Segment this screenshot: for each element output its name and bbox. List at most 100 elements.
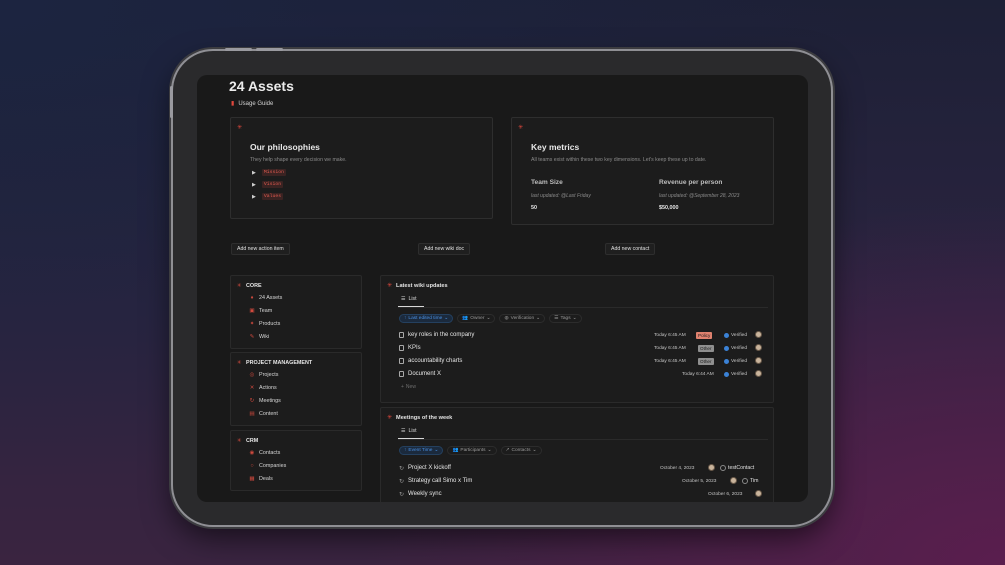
verified-icon xyxy=(724,345,729,351)
filter-label: Verification xyxy=(510,316,535,321)
team-icon: ▣ xyxy=(249,307,255,314)
sidebar-item-content[interactable]: ▤ Content xyxy=(249,407,281,420)
sidebar-item-label: Deals xyxy=(259,475,273,482)
sidebar-item-wiki[interactable]: ✎ Wiki xyxy=(249,330,282,343)
nav-pm-list: ◎ Projects ✕ Actions ↻ Meetings ▤ Content xyxy=(249,368,281,420)
nav-crm-list: ◉ Contacts ○ Companies ▦ Deals xyxy=(249,446,286,485)
nav-section-core: ✳ CORE xyxy=(236,283,262,289)
meetings-title: ✳ Meetings of the week xyxy=(387,415,452,421)
table-row[interactable]: key roles in the company Today 6:45 AM P… xyxy=(399,329,765,341)
filter-owner[interactable]: 👥 Owner ⌄ xyxy=(457,314,496,323)
people-icon: 👥 xyxy=(452,448,459,453)
sidebar-item-label: Projects xyxy=(259,371,279,378)
check-circle-icon: ◍ xyxy=(504,316,509,321)
projects-icon: ◎ xyxy=(249,371,255,378)
revenue-updated: last updated: @September 28, 2023 xyxy=(659,193,740,199)
meetings-icon: ↻ xyxy=(249,397,255,404)
sidebar-item-label: Contacts xyxy=(259,449,281,456)
row-title-label: Project X kickoff xyxy=(408,465,451,471)
filter-label: Owner xyxy=(470,316,485,321)
table-row[interactable]: ↻ Project X kickoff October 4, 2023 testC… xyxy=(399,462,765,474)
document-icon xyxy=(399,371,404,377)
table-row[interactable]: ↻ Weekly sync October 6, 2023 xyxy=(399,488,765,500)
contact-chip[interactable]: Tim xyxy=(742,478,758,484)
filter-bar: ↑ Event Time ⌄ 👥 Participants ⌄ ↗ Contacts ⌄ xyxy=(399,446,542,455)
toggle-label: Mission xyxy=(261,169,287,176)
sidebar-item-companies[interactable]: ○ Companies xyxy=(249,459,286,472)
row-title-label: Weekly sync xyxy=(408,491,442,497)
relation-arrow-icon: ↗ xyxy=(505,448,510,453)
toggle-label: Values xyxy=(261,193,284,200)
add-contact-button[interactable]: Add new contact xyxy=(605,243,656,255)
verified-icon xyxy=(724,371,729,377)
table-row[interactable]: KPIs Today 6:45 AM Other Verified xyxy=(399,342,765,354)
contact-label: testContact xyxy=(728,465,755,471)
row-title: ↻ Project X kickoff xyxy=(399,465,451,472)
row-time: Today 6:44 AM xyxy=(682,371,714,377)
table-row[interactable]: accountability charts Today 6:45 AM Othe… xyxy=(399,355,765,367)
sparkle-icon: ✳ xyxy=(518,125,524,131)
filter-label: Tags xyxy=(560,316,571,321)
nav-section-project-management: ✳ PROJECT MANAGEMENT xyxy=(236,360,313,366)
table-row[interactable]: ↻ Strategy call Simo x Tim October 5, 202… xyxy=(399,475,765,487)
sidebar-item-contacts[interactable]: ◉ Contacts xyxy=(249,446,286,459)
chevron-down-icon: ⌄ xyxy=(536,316,541,321)
row-date: October 4, 2023 xyxy=(660,465,695,471)
new-row-button[interactable]: + New xyxy=(401,384,416,390)
list-icon: ☰ xyxy=(401,428,406,434)
table-row[interactable]: Document X Today 6:44 AM Verified xyxy=(399,368,765,380)
sidebar-item-label: Team xyxy=(259,307,273,314)
chevron-down-icon: ⌄ xyxy=(434,448,439,453)
chevron-down-icon: ⌄ xyxy=(486,316,491,321)
filter-event-time[interactable]: ↑ Event Time ⌄ xyxy=(399,446,444,455)
sidebar-item-projects[interactable]: ◎ Projects xyxy=(249,368,281,381)
list-icon: ☰ xyxy=(401,296,406,302)
filter-participants[interactable]: 👥 Participants ⌄ xyxy=(447,446,497,455)
triangle-right-icon: ▶ xyxy=(252,193,256,200)
tab-divider xyxy=(398,439,768,440)
filter-label: Contacts xyxy=(511,448,531,453)
new-row-label: New xyxy=(405,384,416,390)
sparkle-icon: ✳ xyxy=(236,360,242,366)
sidebar-item-team[interactable]: ▣ Team xyxy=(249,304,282,317)
filter-verification[interactable]: ◍ Verification ⌄ xyxy=(499,314,546,323)
nav-pm-panel: ✳ PROJECT MANAGEMENT ◎ Projects ✕ Actions … xyxy=(230,352,362,426)
sidebar-item-actions[interactable]: ✕ Actions xyxy=(249,381,281,394)
tab-divider xyxy=(398,307,768,308)
arrow-up-icon: ↑ xyxy=(404,448,407,453)
avatar xyxy=(708,464,715,471)
toggle-values[interactable]: ▶ Values xyxy=(252,193,284,200)
toggle-mission[interactable]: ▶ Mission xyxy=(252,169,287,176)
actions-icon: ✕ xyxy=(249,384,255,391)
key-metrics-card: ✳ Key metrics All teams exist within the… xyxy=(511,117,774,225)
meeting-rows: ↻ Project X kickoff October 4, 2023 testC… xyxy=(399,462,765,502)
nav-crm-panel: ✳ CRM ◉ Contacts ○ Companies ▦ Deals xyxy=(230,430,362,491)
filter-tags[interactable]: ☰ Tags ⌄ xyxy=(549,314,582,323)
row-title-label: Strategy call Simo x Tim xyxy=(408,478,473,484)
tab-list[interactable]: ☰ List xyxy=(401,428,417,434)
sidebar-item-deals[interactable]: ▦ Deals xyxy=(249,472,286,485)
verified-icon xyxy=(724,332,729,338)
sparkle-icon: ✳ xyxy=(237,125,243,131)
sidebar-item-products[interactable]: ✦ Products xyxy=(249,317,282,330)
sidebar-item-label: Products xyxy=(259,320,281,327)
add-action-item-button[interactable]: Add new action item xyxy=(231,243,290,255)
usage-guide-link[interactable]: ▮ Usage Guide xyxy=(231,101,273,107)
filter-contacts[interactable]: ↗ Contacts ⌄ xyxy=(500,446,542,455)
nav-section-label: CORE xyxy=(246,283,262,289)
nav-section-label: CRM xyxy=(246,438,259,444)
add-wiki-doc-button[interactable]: Add new wiki doc xyxy=(418,243,471,255)
chevron-down-icon: ⌄ xyxy=(444,316,449,321)
filter-bar: ↑ Last edited time ⌄ 👥 Owner ⌄ ◍ Verification… xyxy=(399,314,582,323)
sidebar-item-meetings[interactable]: ↻ Meetings xyxy=(249,394,281,407)
tab-list[interactable]: ☰ List xyxy=(401,296,417,302)
row-title: Document X xyxy=(399,371,441,377)
toggle-vision[interactable]: ▶ Vision xyxy=(252,181,284,188)
row-date: October 5, 2023 xyxy=(682,478,717,484)
deals-icon: ▦ xyxy=(249,475,255,482)
filter-last-edited[interactable]: ↑ Last edited time ⌄ xyxy=(399,314,454,323)
sidebar-item-24-assets[interactable]: ♦ 24 Assets xyxy=(249,291,283,304)
tag-badge: Other xyxy=(698,344,714,352)
companies-icon: ○ xyxy=(250,462,254,469)
contact-chip[interactable]: testContact xyxy=(720,465,754,471)
